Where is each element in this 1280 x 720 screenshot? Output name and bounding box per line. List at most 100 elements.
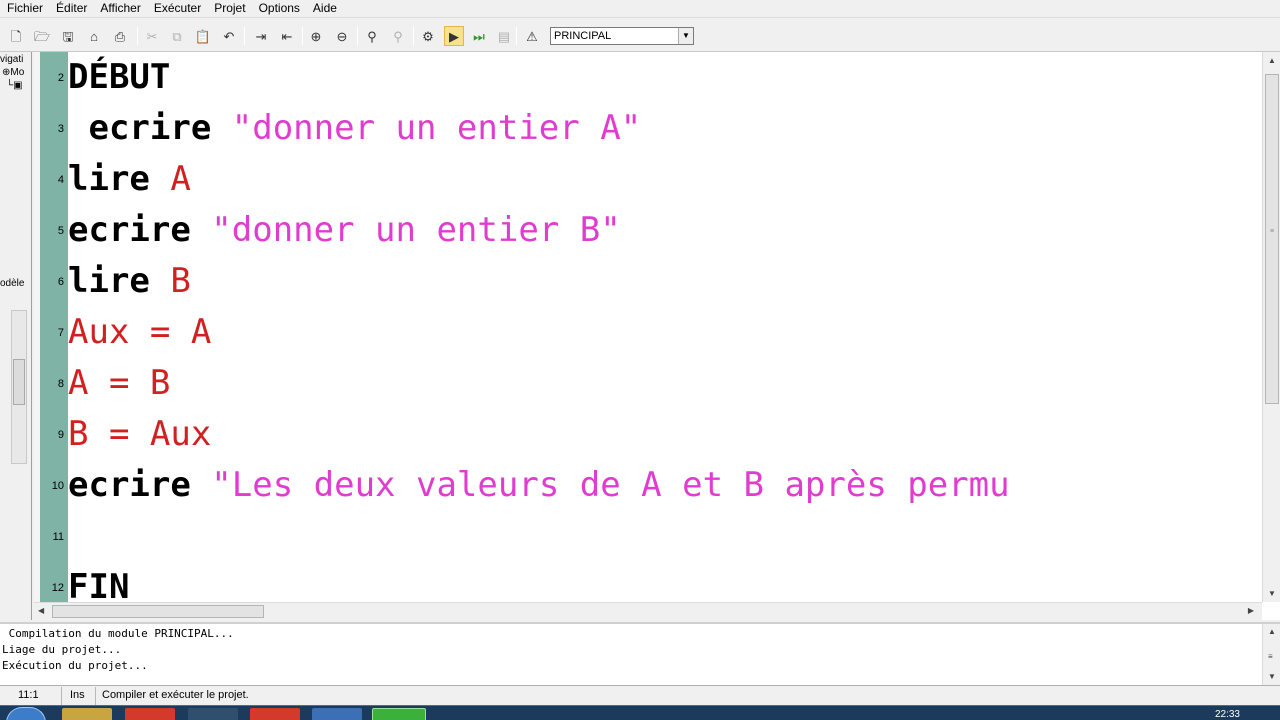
app-window: Fichier Éditer Afficher Exécuter Projet … xyxy=(0,0,1280,720)
save-file-icon[interactable]: 🖫 xyxy=(58,26,78,46)
code-variable: A xyxy=(170,159,191,199)
code-string: "donner un entier A" xyxy=(231,108,642,148)
scroll-up-icon[interactable]: ▲ xyxy=(1268,56,1276,65)
scroll-right-icon[interactable]: ▶ xyxy=(1248,606,1254,615)
code-keyword: ecrire xyxy=(68,210,212,250)
word-taskbar-icon[interactable] xyxy=(312,708,362,720)
taskbar-clock: 22:33 xyxy=(1214,709,1240,720)
folder-icon[interactable]: ⌂ xyxy=(84,26,104,46)
scroll-down-icon[interactable]: ▼ xyxy=(1268,589,1276,598)
output-scrollbar[interactable]: ▲ ≡ ▼ xyxy=(1262,624,1280,685)
line-number: 10 xyxy=(51,480,64,492)
scroll-thumb-icon[interactable]: ≡ xyxy=(1268,652,1273,661)
editor-horizontal-scrollbar[interactable]: ◀ ▶ xyxy=(34,602,1262,620)
zoom-out-icon[interactable]: ⊖ xyxy=(332,26,352,46)
replace-icon[interactable]: ⚲ xyxy=(388,26,408,46)
code-variable: B = Aux xyxy=(68,414,212,454)
scroll-up-icon[interactable]: ▲ xyxy=(1268,627,1276,636)
menu-fichier[interactable]: Fichier xyxy=(0,0,49,16)
menu-aide[interactable]: Aide xyxy=(306,0,343,16)
status-message: Compiler et exécuter le projet. xyxy=(102,689,249,701)
debug-icon[interactable]: ⚠ xyxy=(522,26,542,46)
copy-icon[interactable]: ⧉ xyxy=(167,26,187,46)
code-line[interactable]: Aux = A xyxy=(68,307,211,358)
code-line[interactable]: FIN xyxy=(68,562,129,602)
models-title: odèle xyxy=(0,278,25,289)
status-bar: 11:1 Ins Compiler et exécuter le projet. xyxy=(0,687,1280,705)
app-taskbar-icon[interactable] xyxy=(188,708,238,720)
navigator-title: vigati xyxy=(0,54,24,65)
code-keyword: ecrire xyxy=(68,108,232,148)
module-select-value: PRINCIPAL xyxy=(554,30,612,42)
find-icon[interactable]: ⚲ xyxy=(362,26,382,46)
output-panel: Compilation du module PRINCIPAL... Liage… xyxy=(0,622,1280,686)
code-string: "Les deux valeurs de A et B après permu xyxy=(211,465,1010,505)
menu-afficher[interactable]: Afficher xyxy=(93,0,146,16)
code-area[interactable]: DÉBUT ecrire "donner un entier A" lire Ae… xyxy=(68,52,1262,602)
code-line[interactable]: A = B xyxy=(68,358,170,409)
code-keyword: ecrire xyxy=(68,465,212,505)
start-button[interactable] xyxy=(6,707,46,720)
line-number: 3 xyxy=(57,123,64,135)
output-line: Compilation du module PRINCIPAL... xyxy=(2,627,234,640)
code-line[interactable]: ecrire "donner un entier A" xyxy=(68,103,641,154)
code-line[interactable]: B = Aux xyxy=(68,409,211,460)
undo-icon[interactable]: ↶ xyxy=(219,26,239,46)
step-run-icon[interactable]: ⏭ xyxy=(469,26,489,46)
code-line[interactable]: ecrire "donner un entier B" xyxy=(68,205,621,256)
menu-executer[interactable]: Exécuter xyxy=(147,0,207,16)
editor-vertical-scrollbar[interactable]: ▲ ≡ ▼ xyxy=(1262,52,1280,602)
code-variable: A = B xyxy=(68,363,171,403)
explorer-taskbar-icon[interactable] xyxy=(62,708,112,720)
cut-icon[interactable]: ✂ xyxy=(142,26,162,46)
print-icon[interactable]: ⎙ xyxy=(110,26,130,46)
windows-taskbar: 22:33 xyxy=(0,705,1280,720)
menu-editer[interactable]: Éditer xyxy=(49,0,93,16)
chrome-taskbar-icon[interactable] xyxy=(125,708,175,720)
scroll-left-icon[interactable]: ◀ xyxy=(38,606,44,615)
code-string: "donner un entier B" xyxy=(211,210,621,250)
code-line[interactable]: lire B xyxy=(68,256,191,307)
compile-icon[interactable]: ⚙ xyxy=(418,26,438,46)
code-line[interactable]: ecrire "Les deux valeurs de A et B après… xyxy=(68,460,1010,511)
line-number: 7 xyxy=(57,327,64,339)
module-file-icon[interactable]: └▣ xyxy=(6,80,23,91)
module-select[interactable]: PRINCIPAL ▼ xyxy=(550,27,694,45)
line-number: 12 xyxy=(51,582,64,594)
menu-projet[interactable]: Projet xyxy=(207,0,251,16)
line-number: 8 xyxy=(57,378,64,390)
algo-ide-taskbar-icon[interactable] xyxy=(372,708,426,720)
line-number: 4 xyxy=(57,174,64,186)
indent-icon[interactable]: ⇥ xyxy=(251,26,271,46)
line-number: 2 xyxy=(57,72,64,84)
output-line: Exécution du projet... xyxy=(2,659,148,672)
chrome-taskbar-icon-2[interactable] xyxy=(250,708,300,720)
navigator-scrollbar[interactable] xyxy=(11,310,27,464)
code-variable: Aux = A xyxy=(68,312,212,352)
status-insert-mode: Ins xyxy=(64,687,96,705)
editor-hscroll-thumb[interactable] xyxy=(52,605,264,618)
scroll-down-icon[interactable]: ▼ xyxy=(1268,672,1276,681)
code-keyword: lire xyxy=(68,159,171,199)
code-keyword: lire xyxy=(68,261,171,301)
stop-icon[interactable]: ▤ xyxy=(494,26,514,46)
navigator-tree-item[interactable]: ⊕Mo xyxy=(2,67,24,78)
toolbar: 🗋 🗁 🖫 ⌂ ⎙ ✂ ⧉ 📋 ↶ ⇥ ⇤ ⊕ ⊖ ⚲ ⚲ ⚙ ▶ ⏭ ▤ ⚠ … xyxy=(0,17,1280,52)
output-line: Liage du projet... xyxy=(2,643,122,656)
outdent-icon[interactable]: ⇤ xyxy=(277,26,297,46)
code-editor[interactable]: 2 3 4 5 6 7 8 9 10 11 12 DÉBUT ecrire "donner un e… xyxy=(34,52,1280,620)
code-line[interactable]: lire A xyxy=(68,154,191,205)
chevron-down-icon[interactable]: ▼ xyxy=(678,28,693,44)
code-keyword: DÉBUT xyxy=(68,57,171,97)
new-file-icon[interactable]: 🗋 xyxy=(6,26,26,46)
open-file-icon[interactable]: 🗁 xyxy=(32,26,52,46)
navigator-scroll-thumb[interactable] xyxy=(13,359,25,405)
code-line[interactable]: DÉBUT xyxy=(68,52,170,103)
paste-icon[interactable]: 📋 xyxy=(193,26,213,46)
zoom-in-icon[interactable]: ⊕ xyxy=(306,26,326,46)
run-icon[interactable]: ▶ xyxy=(444,26,464,46)
editor-vscroll-thumb[interactable]: ≡ xyxy=(1265,74,1279,404)
menu-options[interactable]: Options xyxy=(252,0,306,16)
line-number: 11 xyxy=(52,531,64,543)
code-variable: B xyxy=(170,261,191,301)
